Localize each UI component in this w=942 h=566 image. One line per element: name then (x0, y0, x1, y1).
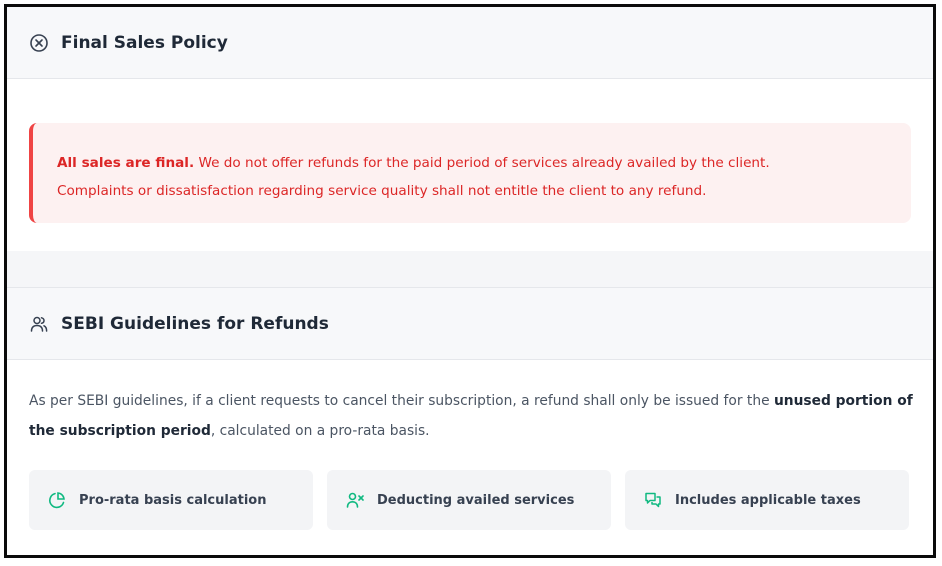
users-icon (29, 314, 49, 334)
user-x-icon (345, 490, 365, 510)
alert-strong-text: All sales are final. (57, 155, 195, 171)
sebi-guidelines-card: SEBI Guidelines for Refunds As per SEBI … (7, 287, 933, 555)
feature-label: Includes applicable taxes (675, 492, 861, 508)
feature-pro-rata: Pro-rata basis calculation (29, 470, 313, 530)
messages-icon (643, 490, 663, 510)
final-sales-policy-title: Final Sales Policy (61, 32, 228, 53)
final-sales-policy-header: Final Sales Policy (7, 7, 933, 79)
sebi-desc-part-1: As per SEBI guidelines, if a client requ… (29, 393, 774, 409)
feature-deducting-availed: Deducting availed services (327, 470, 611, 530)
feature-label: Deducting availed services (377, 492, 575, 508)
pie-chart-icon (47, 490, 67, 510)
final-sales-policy-card: Final Sales Policy All sales are final. … (7, 7, 933, 251)
sebi-desc-part-2: , calculated on a pro-rata basis. (210, 423, 430, 439)
final-sales-alert: All sales are final. We do not offer ref… (29, 123, 911, 223)
sebi-guidelines-title: SEBI Guidelines for Refunds (61, 313, 329, 334)
alert-line-2: Complaints or dissatisfaction regarding … (57, 183, 707, 199)
feature-applicable-taxes: Includes applicable taxes (625, 470, 909, 530)
alert-line-1: All sales are final. We do not offer ref… (57, 149, 911, 177)
circle-x-icon (29, 33, 49, 53)
alert-line-1-text: We do not offer refunds for the paid per… (194, 155, 770, 171)
sebi-guidelines-header: SEBI Guidelines for Refunds (7, 288, 933, 360)
feature-list: Pro-rata basis calculation Deducting ava… (29, 470, 909, 530)
sebi-description: As per SEBI guidelines, if a client requ… (29, 386, 919, 446)
page-frame: Final Sales Policy All sales are final. … (4, 4, 936, 558)
feature-label: Pro-rata basis calculation (79, 492, 267, 508)
section-gap (7, 251, 933, 287)
